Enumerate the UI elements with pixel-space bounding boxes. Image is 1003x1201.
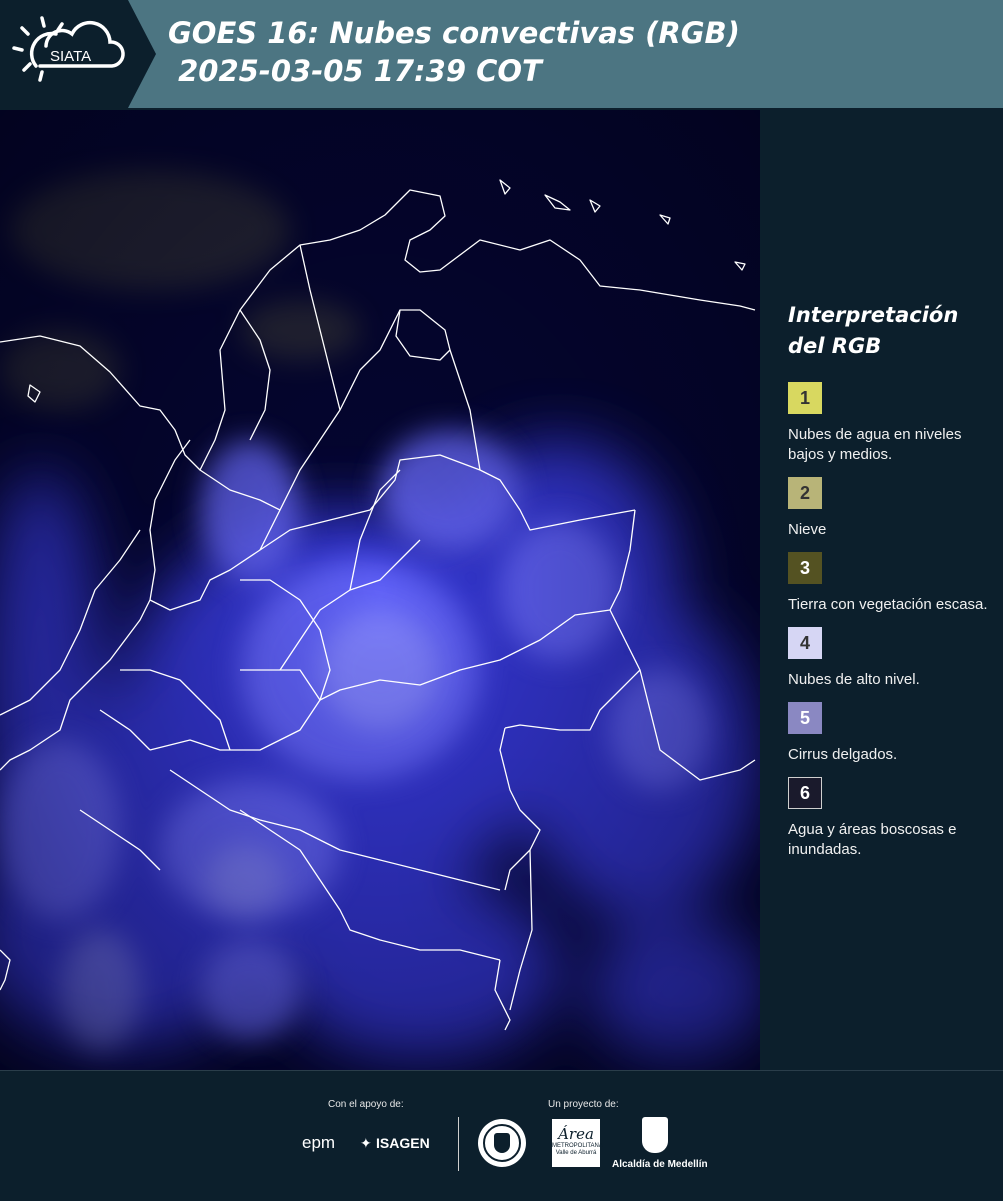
legend-label: Agua y áreas boscosas e inundadas. [788, 821, 957, 858]
area-metropolitana-logo: Área METROPOLITANA Valle de Aburrá [552, 1119, 603, 1167]
title-line-1: GOES 16: Nubes convectivas (RGB) [168, 16, 740, 50]
legend-title: Interpretación del RGB [788, 300, 993, 362]
page-title: GOES 16: Nubes convectivas (RGB) 2025-03… [168, 14, 740, 90]
legend-swatch: 6 [788, 777, 822, 809]
legend-item: 3 Tierra con vegetación escasa. [788, 552, 993, 615]
legend-item: 6 Agua y áreas boscosas e inundadas. [788, 777, 993, 860]
footer-divider [458, 1117, 459, 1171]
title-line-2: 2025-03-05 17:39 COT [168, 54, 542, 88]
legend-item: 1 Nubes de agua en niveles bajos y medio… [788, 382, 993, 465]
legend-label: Nieve [788, 521, 827, 538]
legend-swatch: 3 [788, 552, 822, 584]
satellite-map [0, 110, 760, 1070]
legend-item: 5 Cirrus delgados. [788, 702, 993, 765]
legend-label: Cirrus delgados. [788, 746, 898, 763]
legend-swatch: 1 [788, 382, 822, 414]
logo-text: SIATA [50, 48, 91, 65]
isagen-icon: ✦ [360, 1135, 372, 1151]
support-label: Con el apoyo de: [328, 1099, 404, 1110]
legend-title-line-2: del RGB [788, 334, 882, 358]
footer: Con el apoyo de: Un proyecto de: epm ✦ I… [0, 1070, 1003, 1201]
alcaldia-label: Alcaldía de Medellín [612, 1159, 708, 1170]
satellite-image [0, 110, 760, 1070]
legend-title-line-1: Interpretación [788, 303, 959, 327]
rgb-legend: Interpretación del RGB 1 Nubes de agua e… [788, 300, 993, 872]
medellin-seal-icon [478, 1119, 526, 1167]
area-sub-2: Valle de Aburrá [555, 1150, 597, 1156]
siata-logo: SIATA [0, 0, 160, 108]
area-sub: METROPOLITANA [552, 1143, 603, 1149]
legend-label: Nubes de alto nivel. [788, 671, 920, 688]
epm-logo: epm [302, 1133, 336, 1152]
legend-swatch: 4 [788, 627, 822, 659]
legend-item: 2 Nieve [788, 477, 993, 540]
area-logo-text: Área [558, 1125, 594, 1143]
legend-label: Tierra con vegetación escasa. [788, 596, 988, 613]
legend-swatch: 2 [788, 477, 822, 509]
legend-label: Nubes de agua en niveles bajos y medios. [788, 426, 962, 463]
header-bar: SIATA GOES 16: Nubes convectivas (RGB) 2… [0, 0, 1003, 108]
legend-item: 4 Nubes de alto nivel. [788, 627, 993, 690]
alcaldia-shield-icon [642, 1117, 668, 1153]
project-label: Un proyecto de: [548, 1099, 619, 1110]
legend-swatch: 5 [788, 702, 822, 734]
isagen-logo: ISAGEN [376, 1135, 430, 1151]
